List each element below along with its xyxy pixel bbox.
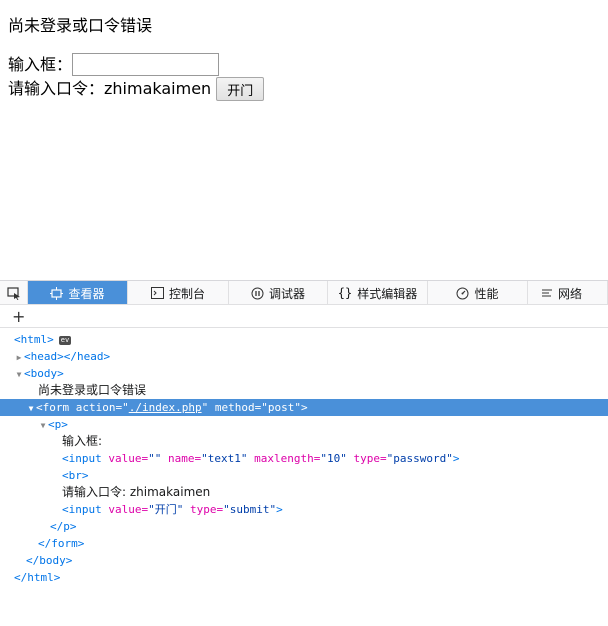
expand-arrow-icon[interactable]: ▶ xyxy=(14,349,24,366)
tree-node-p-close[interactable]: </p> xyxy=(0,518,608,535)
tree-node-br[interactable]: <br> xyxy=(0,467,608,484)
tree-node-p[interactable]: ▼ <p> xyxy=(0,416,608,433)
tree-node-form-close[interactable]: </form> xyxy=(0,535,608,552)
tab-console[interactable]: 控制台 xyxy=(128,281,229,304)
network-icon xyxy=(542,289,552,296)
inspector-toolbar: + xyxy=(0,306,608,328)
devtools-tabbar: 查看器 控制台 调试器 {} 样式编辑器 性能 网络 xyxy=(0,281,608,305)
input-row: 输入框： xyxy=(8,53,220,76)
element-picker-icon[interactable] xyxy=(0,281,28,304)
performance-icon xyxy=(456,287,469,299)
tree-node-input-submit[interactable]: <input value="开门" type="submit"> xyxy=(0,501,608,518)
input-label: 输入框： xyxy=(8,54,73,74)
tab-label: 控制台 xyxy=(168,286,205,301)
tab-label: 样式编辑器 xyxy=(357,286,418,301)
style-editor-icon: {} xyxy=(337,286,353,300)
console-icon xyxy=(150,287,164,299)
tree-node-form[interactable]: ▼ <form action="./index.php" method="post… xyxy=(0,399,608,416)
tab-performance[interactable]: 性能 xyxy=(428,281,528,304)
tab-style-editor[interactable]: {} 样式编辑器 xyxy=(328,281,428,304)
add-node-button[interactable]: + xyxy=(12,307,25,327)
tab-label: 调试器 xyxy=(268,286,305,301)
tree-node-html-close[interactable]: </html> xyxy=(0,569,608,586)
tab-label: 查看器 xyxy=(68,286,105,301)
tree-node-head[interactable]: ▶ <head></head> xyxy=(0,348,608,365)
prompt-label: 请输入口令：zhimakaimen xyxy=(8,79,212,98)
tab-label: 网络 xyxy=(558,286,583,301)
tree-node-body[interactable]: ▼ <body> xyxy=(0,365,608,382)
tree-node-body-close[interactable]: </body> xyxy=(0,552,608,569)
error-message: 尚未登录或口令错误 xyxy=(8,16,153,35)
tree-text-node[interactable]: 请输入口令: zhimakaimen xyxy=(0,484,608,501)
tab-debugger[interactable]: 调试器 xyxy=(229,281,328,304)
page-viewport: 尚未登录或口令错误 输入框： 请输入口令：zhimakaimen 开门 xyxy=(0,0,608,280)
tab-label: 性能 xyxy=(474,286,499,301)
submit-button[interactable]: 开门 xyxy=(216,77,265,101)
tab-inspector[interactable]: 查看器 xyxy=(28,281,128,304)
debugger-icon xyxy=(251,287,264,299)
tree-text-node[interactable]: 输入框: xyxy=(0,433,608,450)
inspector-icon xyxy=(50,286,64,300)
tree-node-html[interactable]: <html> ev xyxy=(0,331,608,348)
event-badge[interactable]: ev xyxy=(58,335,72,345)
markup-tree: <html> ev ▶ <head></head> ▼ <body> 尚未登录或口令错… xyxy=(0,331,608,586)
tab-network[interactable]: 网络 xyxy=(528,281,608,304)
collapse-arrow-icon[interactable]: ▼ xyxy=(26,400,36,417)
collapse-arrow-icon[interactable]: ▼ xyxy=(38,417,48,434)
tree-node-input-password[interactable]: <input value="" name="text1" maxlength="… xyxy=(0,450,608,467)
prompt-row: 请输入口令：zhimakaimen 开门 xyxy=(8,77,265,101)
action-link[interactable]: ./index.php xyxy=(129,401,202,414)
password-input[interactable] xyxy=(72,53,220,76)
tree-text-node[interactable]: 尚未登录或口令错误 xyxy=(0,382,608,399)
collapse-arrow-icon[interactable]: ▼ xyxy=(14,366,24,383)
devtools-panel: 查看器 控制台 调试器 {} 样式编辑器 性能 网络 + <html> ev ▶ <… xyxy=(0,280,608,626)
